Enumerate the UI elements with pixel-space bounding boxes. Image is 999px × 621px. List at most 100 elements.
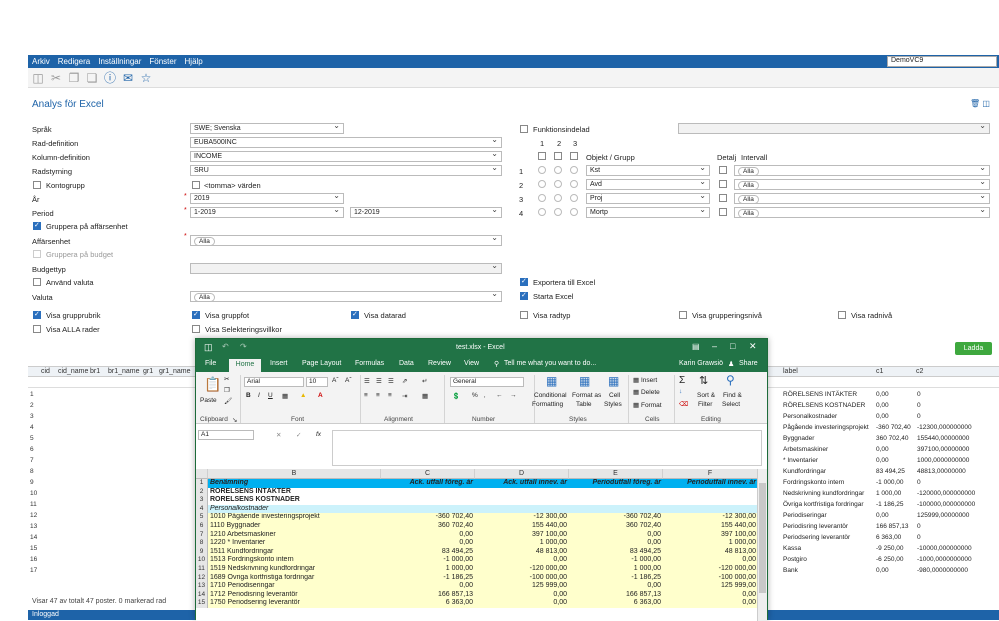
objekt-radio[interactable] — [538, 166, 546, 174]
row-number[interactable]: 9 — [196, 547, 208, 557]
shrink-font-icon[interactable]: Aˇ — [345, 377, 352, 384]
intervall-select[interactable]: Alla — [734, 191, 990, 204]
menu-installningar[interactable]: Inställningar — [98, 57, 141, 66]
share-button[interactable]: Share — [739, 360, 758, 367]
format-as-table-button[interactable]: Format as — [572, 392, 601, 399]
cell-e[interactable]: -1 000,00 — [569, 556, 663, 565]
detalj-checkbox[interactable] — [719, 194, 727, 202]
column-header-e[interactable]: E — [569, 469, 663, 479]
tomma-varden-checkbox[interactable] — [192, 181, 200, 189]
menu-arkiv[interactable]: Arkiv — [32, 57, 50, 66]
cell-header-d[interactable]: Ack. utfall innev. år — [475, 479, 569, 488]
formula-input[interactable] — [332, 430, 762, 466]
cut-icon[interactable]: ✂ — [48, 70, 64, 86]
row-number[interactable]: 15 — [196, 599, 208, 608]
objekt-radio[interactable] — [538, 208, 546, 216]
minimize-icon[interactable]: – — [712, 341, 717, 351]
tab-home[interactable]: Home — [229, 359, 261, 372]
col-2-checkbox[interactable] — [554, 152, 562, 160]
cell-b[interactable]: 1513 Fordringskonto intern — [208, 556, 381, 565]
objekt-select[interactable]: Mortp — [586, 205, 710, 218]
company-select[interactable]: DemoVC9 — [887, 56, 997, 67]
currency-icon[interactable]: 💲 — [452, 392, 460, 400]
share-icon[interactable]: ♟ — [728, 360, 734, 368]
help-icon[interactable]: ⓘ — [102, 70, 118, 86]
row-number[interactable]: 14 — [196, 590, 208, 600]
tab-insert[interactable]: Insert — [270, 360, 288, 367]
cell-d[interactable]: 125 999,00 — [475, 582, 569, 591]
column-header-b[interactable]: B — [208, 469, 381, 479]
cell-c[interactable] — [381, 487, 475, 497]
sprak-select[interactable]: SWE; Svenska — [190, 121, 344, 134]
cell-header-e[interactable]: Periodutfall föreg. år — [569, 479, 663, 488]
cell-d[interactable]: 0,00 — [475, 556, 569, 565]
merge-icon[interactable]: ▦ — [422, 392, 428, 400]
cell-e[interactable]: 0,00 — [569, 582, 663, 591]
maximize-icon[interactable]: □ — [730, 341, 735, 351]
save-icon[interactable]: ◫ — [982, 99, 990, 108]
visa-grupprubrik-checkbox[interactable] — [33, 310, 41, 319]
align-bottom-icon[interactable]: ☰ — [388, 377, 394, 385]
delete-cells-button[interactable]: ▦ Delete — [633, 388, 660, 396]
cut-icon[interactable]: ✂ — [224, 375, 229, 383]
cell-styles-button-line2[interactable]: Styles — [604, 401, 622, 408]
row-number[interactable]: 4 — [196, 504, 208, 514]
cell-f[interactable]: -100 000,00 — [663, 573, 758, 583]
cell-c[interactable]: 83 494,25 — [381, 547, 475, 557]
cell-styles-button[interactable]: Cell — [609, 392, 620, 399]
cell-d[interactable] — [475, 487, 569, 497]
cell-f[interactable]: 155 440,00 — [663, 522, 758, 531]
tab-view[interactable]: View — [464, 360, 479, 367]
objekt-radio[interactable] — [554, 180, 562, 188]
fill-icon[interactable]: ↓ — [679, 388, 682, 395]
cell-b[interactable]: 1110 Byggnader — [208, 522, 381, 531]
align-middle-icon[interactable]: ☰ — [376, 377, 382, 385]
cell-e[interactable] — [569, 496, 663, 505]
autosum-icon[interactable]: Σ — [679, 375, 685, 386]
kolumn-definition-select[interactable]: INCOME — [190, 149, 502, 162]
tab-formulas[interactable]: Formulas — [355, 360, 384, 367]
wrap-text-icon[interactable]: ↵ — [422, 377, 427, 385]
objekt-radio[interactable] — [570, 166, 578, 174]
cancel-formula-icon[interactable]: ✕ — [276, 431, 281, 439]
cell-b[interactable]: RÖRELSENS KOSTNADER — [208, 496, 381, 505]
clear-icon[interactable]: ⌫ — [679, 400, 688, 408]
cell-d[interactable] — [475, 504, 569, 514]
comma-icon[interactable]: ‚ — [484, 392, 485, 399]
funktionsindelad-checkbox[interactable] — [520, 125, 528, 133]
row-number[interactable]: 1 — [196, 479, 208, 488]
cell-d[interactable]: 0,00 — [475, 590, 569, 600]
undo-icon[interactable]: ↶ — [222, 342, 229, 351]
number-format-box[interactable]: General — [450, 377, 524, 387]
find-select-button[interactable]: Find & — [723, 392, 742, 399]
cell-c[interactable]: 1 000,00 — [381, 565, 475, 574]
fill-color-icon[interactable]: ▲ — [300, 392, 306, 399]
cell-e[interactable]: 0,00 — [569, 530, 663, 540]
objekt-radio[interactable] — [554, 194, 562, 202]
cell-d[interactable]: 155 440,00 — [475, 522, 569, 531]
cell-f[interactable]: -12 300,00 — [663, 513, 758, 522]
copy-icon[interactable]: ❐ — [224, 386, 230, 394]
format-as-table-button-line2[interactable]: Table — [576, 401, 592, 408]
cell-styles-icon[interactable]: ▦ — [608, 374, 619, 388]
cell-c[interactable]: 6 363,00 — [381, 599, 475, 608]
cell-b[interactable]: 1511 Kundfordringar — [208, 547, 381, 557]
cell-c[interactable]: 0,00 — [381, 582, 475, 591]
affarsenhet-select[interactable]: Alla — [190, 233, 502, 246]
detalj-checkbox[interactable] — [719, 208, 727, 216]
col-br1[interactable]: br1 — [90, 368, 100, 375]
cell-f[interactable]: -120 000,00 — [663, 565, 758, 574]
radstyrning-select[interactable]: SRU — [190, 163, 502, 176]
paste-button[interactable]: Paste — [200, 397, 217, 404]
indent-icon[interactable]: ⇥ — [402, 392, 407, 400]
intervall-select[interactable]: Alla — [734, 205, 990, 218]
visa-radtyp-checkbox[interactable] — [520, 311, 528, 319]
sort-filter-button[interactable]: Sort & — [697, 392, 715, 399]
cell-e[interactable]: 83 494,25 — [569, 547, 663, 557]
intervall-select[interactable]: Alla — [734, 177, 990, 190]
cell-c[interactable] — [381, 496, 475, 505]
ladda-button[interactable]: Ladda — [955, 342, 992, 355]
row-number[interactable]: 8 — [196, 539, 208, 548]
objekt-radio[interactable] — [570, 194, 578, 202]
cell-f[interactable] — [663, 496, 758, 505]
